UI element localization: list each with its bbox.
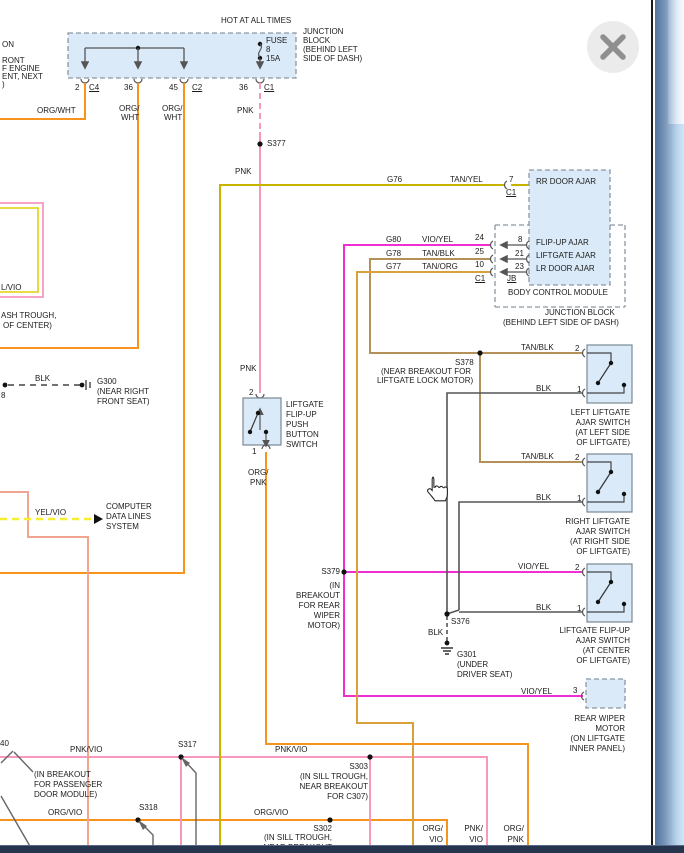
left-liftgate-ajar-switch-box bbox=[583, 345, 632, 403]
bottom-bar bbox=[0, 845, 684, 853]
vertical-scrollbar[interactable] bbox=[655, 0, 684, 853]
wiring-schematic-svg bbox=[0, 0, 684, 853]
liftgate-flip-up-ajar-switch-box bbox=[583, 564, 632, 622]
diagram-viewer: ONRONTF ENGINEENT, NEXT)HOT AT ALL TIMES… bbox=[0, 0, 684, 853]
close-button[interactable] bbox=[587, 21, 639, 73]
rear-wiper-motor-box bbox=[582, 679, 625, 708]
right-liftgate-ajar-switch-box bbox=[583, 454, 632, 512]
scrollbar-thumb[interactable] bbox=[668, 0, 684, 124]
page-border bbox=[651, 0, 653, 853]
close-icon bbox=[587, 21, 639, 73]
junction-block-box bbox=[68, 33, 296, 83]
push-button-switch-box bbox=[243, 394, 281, 449]
